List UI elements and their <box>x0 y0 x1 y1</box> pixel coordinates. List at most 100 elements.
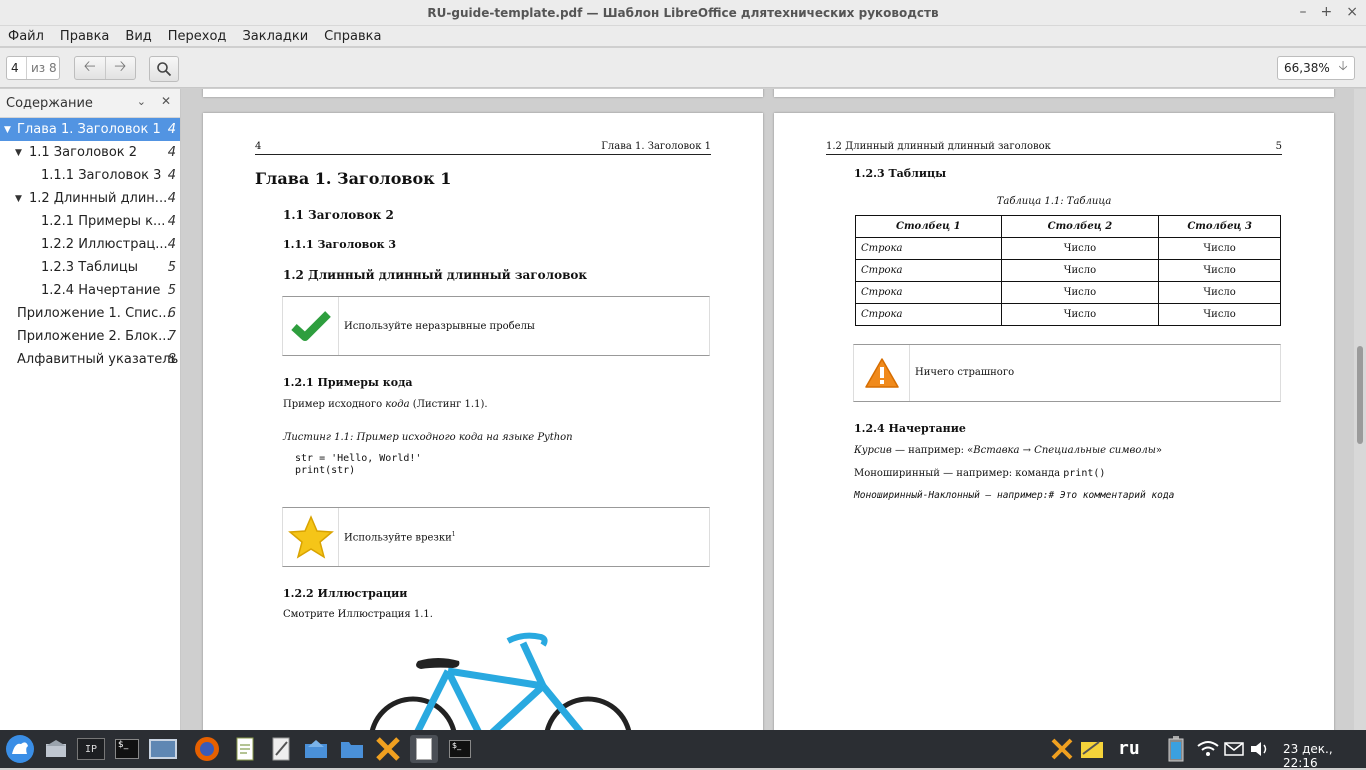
text: (Листинг 1.1). <box>409 399 488 410</box>
warning-box: Ничего страшного <box>853 344 1281 402</box>
heading-1-1-1[interactable]: 1.1.1 Заголовок 3 <box>283 238 396 251</box>
toc-item[interactable]: 1.1.1 Заголовок 3 4 <box>0 164 180 187</box>
heading-1-2-4[interactable]: 1.2.4 Начертание <box>854 422 966 435</box>
previous-page-button[interactable]: 🡠 <box>75 57 106 79</box>
page-number-input[interactable]: 4 <box>7 57 27 79</box>
table-cell: Число <box>1158 259 1281 282</box>
table-cell: Число <box>1158 237 1281 260</box>
sidebar: Содержание ⌄ ✕ ▼ Глава 1. Заголовок 1 4 … <box>0 89 181 730</box>
menu-file[interactable]: Файл <box>0 29 52 44</box>
taskbar: IP $_ $_ ru 23 дек., 22:16 <box>0 730 1366 770</box>
triangle-down-icon[interactable]: ▼ <box>15 148 22 158</box>
code-line: print(str) <box>295 465 356 476</box>
toc-page: 4 <box>167 214 176 229</box>
table-cell: Строка <box>855 237 1002 260</box>
battery-icon[interactable] <box>1162 735 1190 763</box>
document-icon[interactable] <box>231 735 259 763</box>
firefox-icon[interactable] <box>193 735 221 763</box>
toc-label: 1.2.3 Таблицы <box>41 260 139 275</box>
toc-page: 4 <box>167 237 176 252</box>
toc-page: 4 <box>167 191 176 206</box>
toc-page: 6 <box>167 306 176 321</box>
toc-item[interactable]: ▼ 1.2 Длинный длин... 4 <box>0 187 180 210</box>
page-4: 4 Глава 1. Заголовок 1 Глава 1. Заголово… <box>203 113 763 730</box>
data-table: Столбец 1 Столбец 2 Столбец 3 Строка Чис… <box>855 215 1281 326</box>
tip-text: Используйте врезки1 <box>344 531 456 543</box>
heading-1-2[interactable]: 1.2 Длинный длинный длинный заголовок <box>283 268 587 282</box>
chat-icon[interactable] <box>374 735 402 763</box>
toolbar: 4 из 8 🡠 🡢 66,38% 🡣 <box>0 48 1366 88</box>
heading-1-2-2[interactable]: 1.2.2 Иллюстрации <box>283 587 407 600</box>
menu-view[interactable]: Вид <box>117 29 159 44</box>
next-page-button[interactable]: 🡢 <box>106 57 136 79</box>
window-switcher-icon[interactable] <box>149 735 177 763</box>
close-icon[interactable]: ✕ <box>161 94 171 108</box>
table-cell: Число <box>1000 303 1160 326</box>
arrow-down-icon[interactable]: 🡣 <box>1332 57 1354 79</box>
toc-item[interactable]: ▼ Глава 1. Заголовок 1 4 <box>0 118 180 141</box>
heading-1-2-3[interactable]: 1.2.3 Таблицы <box>854 167 946 180</box>
triangle-down-icon[interactable]: ▼ <box>15 194 22 204</box>
vertical-scrollbar[interactable] <box>1354 89 1366 730</box>
toc-page: 8 <box>167 352 176 367</box>
toc-item[interactable]: ▼ 1.1 Заголовок 2 4 <box>0 141 180 164</box>
previous-page-bottom <box>774 89 1334 97</box>
scrollbar-thumb[interactable] <box>1357 346 1363 444</box>
toc-label: Алфавитный указатель <box>17 352 179 367</box>
close-button[interactable]: × <box>1346 4 1358 20</box>
footnote-mark[interactable]: 1 <box>452 531 456 538</box>
toc-label: Приложение 2. Блок... <box>17 329 171 344</box>
maximize-button[interactable]: + <box>1321 4 1333 20</box>
home-folder-icon[interactable] <box>302 735 330 763</box>
toc-item[interactable]: 1.2.4 Начертание 5 <box>0 279 180 302</box>
tip-box: Используйте неразрывные пробелы <box>282 296 710 356</box>
app-menu-icon[interactable] <box>4 733 36 765</box>
toc-page: 4 <box>167 122 176 137</box>
ipython-icon[interactable]: IP <box>77 735 105 763</box>
toc-item[interactable]: 1.2.3 Таблицы 5 <box>0 256 180 279</box>
toc-label: 1.2.1 Примеры к... <box>41 214 166 229</box>
toc-page: 4 <box>167 168 176 183</box>
toc-item[interactable]: Приложение 1. Спис... 6 <box>0 302 180 325</box>
document-view[interactable]: 4 Глава 1. Заголовок 1 Глава 1. Заголово… <box>182 89 1354 730</box>
table-row: Строка Число Число <box>855 259 1281 282</box>
zoom-select[interactable]: 66,38% 🡣 <box>1277 56 1355 80</box>
menu-edit[interactable]: Правка <box>52 29 117 44</box>
toc-page: 7 <box>167 329 176 344</box>
notes-tray-icon[interactable] <box>1078 735 1106 763</box>
zoom-value: 66,38% <box>1284 61 1330 75</box>
show-desktop-icon[interactable] <box>42 735 70 763</box>
minimize-button[interactable]: – <box>1300 4 1307 20</box>
arrow-right-icon: 🡢 <box>114 56 127 75</box>
keyboard-layout[interactable]: ru <box>1118 738 1140 759</box>
chat-tray-icon[interactable] <box>1048 735 1076 763</box>
chevron-down-icon[interactable]: ⌄ <box>137 95 146 108</box>
toc-label: 1.2.2 Иллюстрац... <box>41 237 168 252</box>
terminal-task-icon[interactable]: $_ <box>446 735 474 763</box>
text-editor-icon[interactable] <box>267 735 295 763</box>
pdf-viewer-task-icon[interactable] <box>410 735 438 763</box>
folder-icon[interactable] <box>338 735 366 763</box>
text-mono: print() <box>1063 468 1106 479</box>
terminal-icon[interactable]: $_ <box>113 735 141 763</box>
toc-item[interactable]: 1.2.1 Примеры к... 4 <box>0 210 180 233</box>
mail-icon[interactable] <box>1220 735 1248 763</box>
toc-tree: ▼ Глава 1. Заголовок 1 4 ▼ 1.1 Заголовок… <box>0 117 180 730</box>
triangle-down-icon[interactable]: ▼ <box>4 125 11 135</box>
chapter-heading[interactable]: Глава 1. Заголовок 1 <box>255 169 451 188</box>
menu-go[interactable]: Переход <box>160 29 235 44</box>
toc-item[interactable]: Алфавитный указатель 8 <box>0 348 180 371</box>
page-number-field[interactable]: 4 из 8 <box>6 56 60 80</box>
menu-bookmarks[interactable]: Закладки <box>234 29 316 44</box>
toc-label: 1.2 Длинный длин... <box>29 191 168 206</box>
search-button[interactable] <box>149 56 179 82</box>
wifi-icon[interactable] <box>1194 735 1222 763</box>
heading-1-2-1[interactable]: 1.2.1 Примеры кода <box>283 376 413 389</box>
volume-icon[interactable] <box>1246 735 1274 763</box>
heading-1-1[interactable]: 1.1 Заголовок 2 <box>283 208 394 222</box>
clock[interactable]: 23 дек., 22:16 <box>1283 742 1366 770</box>
toc-item[interactable]: 1.2.2 Иллюстрац... 4 <box>0 233 180 256</box>
toc-item[interactable]: Приложение 2. Блок... 7 <box>0 325 180 348</box>
menu-help[interactable]: Справка <box>316 29 389 44</box>
text: Моноширинный — например: команда <box>854 468 1064 479</box>
